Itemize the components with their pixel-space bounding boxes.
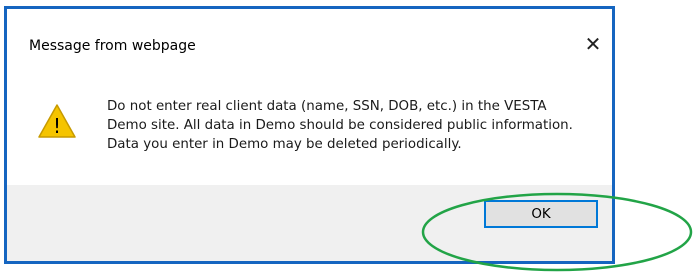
- ok-button[interactable]: OK: [484, 200, 598, 228]
- message-dialog: Message from webpage ✕ ! Do not enter re…: [4, 6, 615, 264]
- close-icon: ✕: [584, 32, 602, 56]
- dialog-title: Message from webpage: [29, 38, 196, 54]
- dialog-footer: OK: [7, 185, 612, 261]
- dialog-message: Do not enter real client data (name, SSN…: [107, 99, 573, 152]
- dialog-titlebar: Message from webpage ✕: [7, 9, 612, 71]
- warning-glyph: !: [53, 114, 61, 138]
- dialog-body: ! Do not enter real client data (name, S…: [7, 71, 612, 191]
- close-button[interactable]: ✕: [578, 29, 608, 59]
- warning-icon: !: [38, 104, 76, 138]
